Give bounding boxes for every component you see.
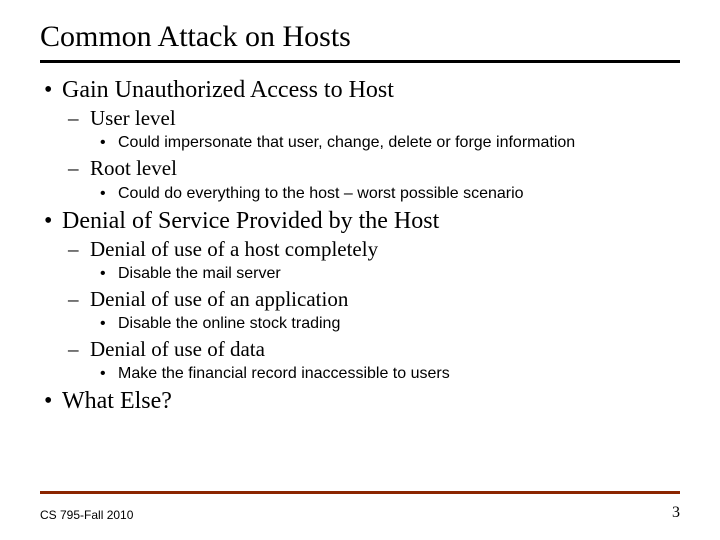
list-item: Root level Could do everything to the ho… bbox=[62, 155, 680, 203]
bullet-text: Denial of use of a host completely bbox=[90, 237, 378, 261]
bullet-text: Disable the mail server bbox=[118, 265, 281, 282]
list-item: Denial of Service Provided by the Host D… bbox=[40, 206, 680, 385]
bullet-text: Disable the online stock trading bbox=[118, 315, 340, 332]
list-item: Denial of use of an application Disable … bbox=[62, 286, 680, 334]
title-rule bbox=[40, 60, 680, 63]
list-item: Denial of use of a host completely Disab… bbox=[62, 236, 680, 284]
list-item: Could do everything to the host – worst … bbox=[90, 184, 680, 204]
bullet-text: Could do everything to the host – worst … bbox=[118, 185, 524, 202]
bullet-text: Make the financial record inaccessible t… bbox=[118, 365, 450, 382]
page-number: 3 bbox=[672, 504, 680, 522]
slide: Common Attack on Hosts Gain Unauthorized… bbox=[0, 0, 720, 540]
bullet-text: Could impersonate that user, change, del… bbox=[118, 134, 575, 151]
bullet-text: Denial of Service Provided by the Host bbox=[62, 208, 439, 234]
list-item: What Else? bbox=[40, 386, 680, 416]
bullet-text: What Else? bbox=[62, 388, 172, 414]
bullet-text: Root level bbox=[90, 156, 177, 180]
bullet-text: Gain Unauthorized Access to Host bbox=[62, 77, 394, 103]
bullet-list: Gain Unauthorized Access to Host User le… bbox=[40, 75, 680, 416]
slide-title: Common Attack on Hosts bbox=[40, 20, 680, 54]
bullet-text: User level bbox=[90, 106, 176, 130]
content-area: Gain Unauthorized Access to Host User le… bbox=[40, 75, 680, 416]
bullet-text: Denial of use of an application bbox=[90, 287, 348, 311]
list-item: User level Could impersonate that user, … bbox=[62, 105, 680, 153]
footer-left: CS 795-Fall 2010 bbox=[40, 508, 133, 522]
footer-rule bbox=[40, 491, 680, 494]
list-item: Disable the online stock trading bbox=[90, 314, 680, 334]
list-item: Gain Unauthorized Access to Host User le… bbox=[40, 75, 680, 204]
list-item: Denial of use of data Make the financial… bbox=[62, 336, 680, 384]
list-item: Make the financial record inaccessible t… bbox=[90, 364, 680, 384]
bullet-text: Denial of use of data bbox=[90, 337, 265, 361]
list-item: Disable the mail server bbox=[90, 264, 680, 284]
list-item: Could impersonate that user, change, del… bbox=[90, 133, 680, 153]
